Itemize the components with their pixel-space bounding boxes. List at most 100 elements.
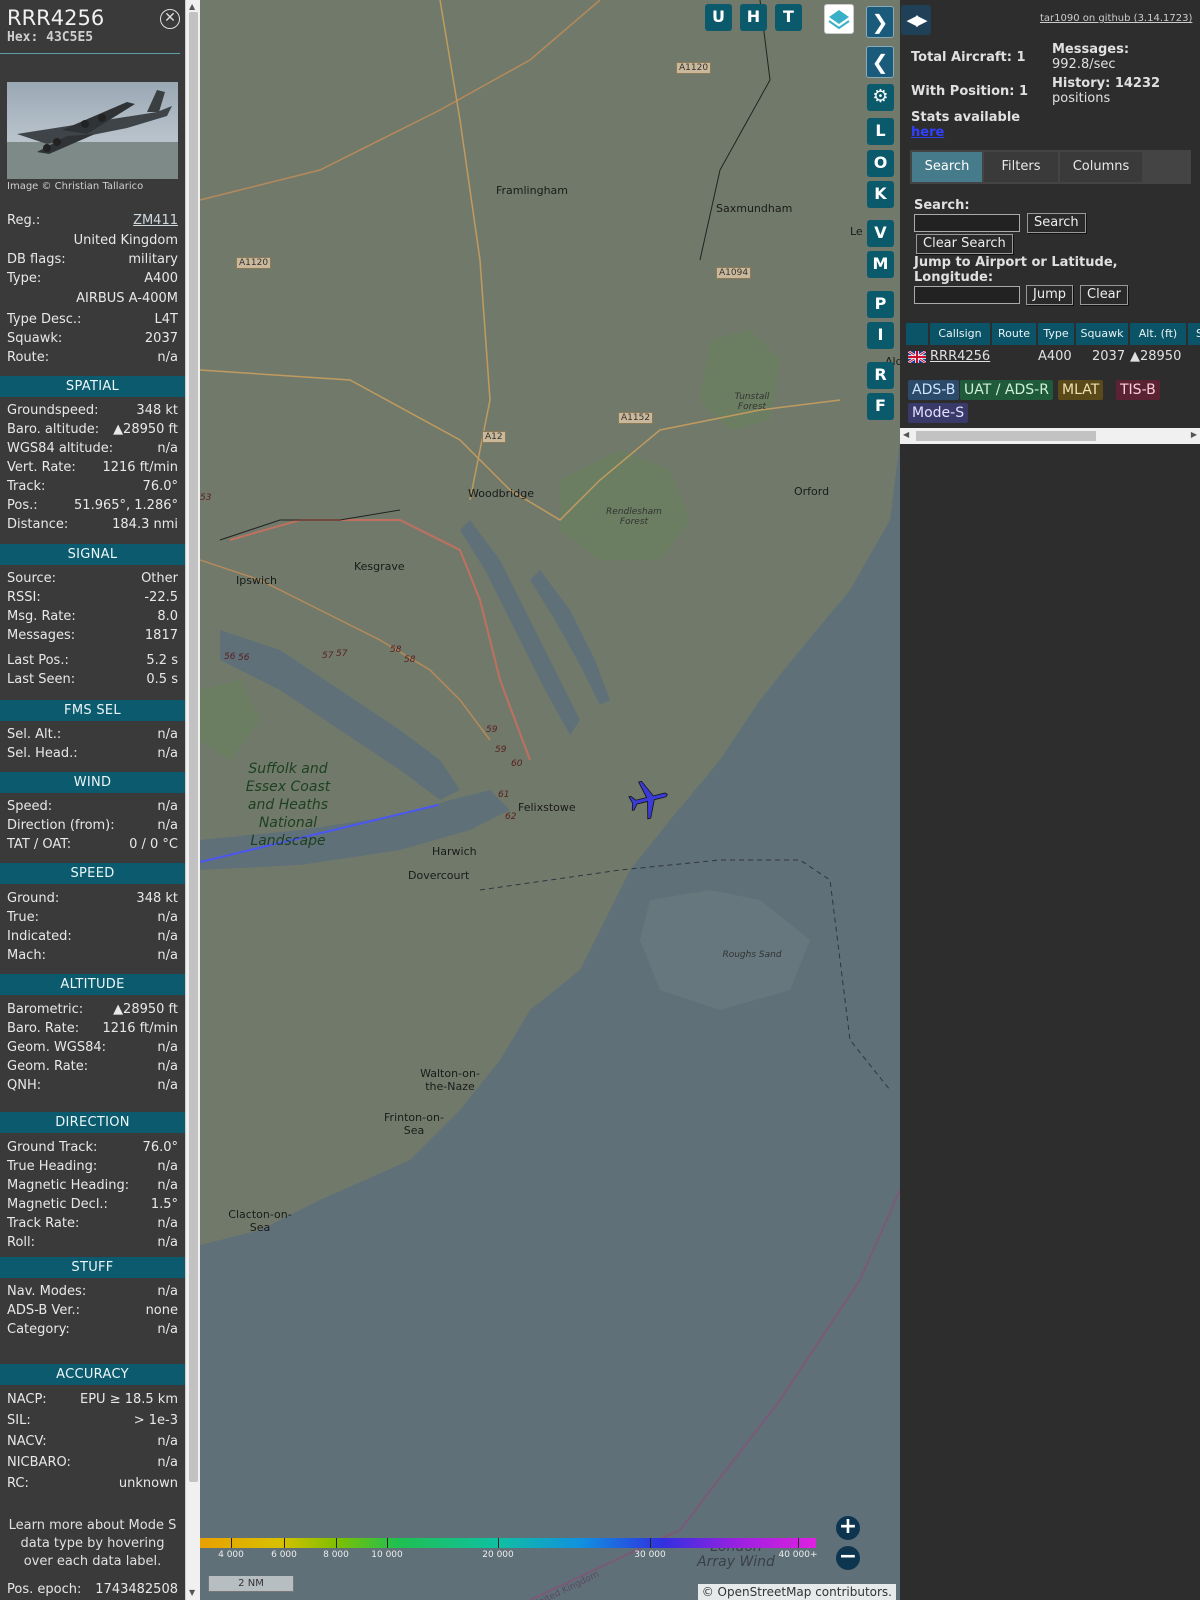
info-row-label[interactable]: Track Rate: xyxy=(7,1215,79,1233)
zoom-out-button[interactable]: − xyxy=(836,1546,860,1570)
settings-gear-icon[interactable]: ⚙ xyxy=(867,84,894,111)
info-row-label[interactable]: WGS84 altitude: xyxy=(7,440,113,458)
map-button-k[interactable]: K xyxy=(867,181,894,208)
map-button-p[interactable]: P xyxy=(867,291,894,318)
jump-input[interactable] xyxy=(914,286,1020,304)
table-header-type[interactable]: Type xyxy=(1038,323,1074,345)
info-row-label[interactable]: Source: xyxy=(7,570,56,588)
info-row-label[interactable]: NACP: xyxy=(7,1391,47,1409)
jump-button[interactable]: Jump xyxy=(1026,285,1073,305)
clear-jump-button[interactable]: Clear xyxy=(1080,285,1128,305)
info-row-label[interactable]: Track: xyxy=(7,478,45,496)
info-row-label[interactable]: Barometric: xyxy=(7,1001,83,1019)
info-row-label[interactable]: QNH: xyxy=(7,1077,41,1095)
info-row-label[interactable]: Mach: xyxy=(7,947,46,965)
info-row-label[interactable]: NACV: xyxy=(7,1433,47,1451)
map-button-l[interactable]: L xyxy=(867,118,894,145)
info-row-label[interactable]: Last Pos.: xyxy=(7,652,69,670)
table-cell-callsign[interactable]: RRR4256 xyxy=(930,347,990,367)
sidebar-toggle-icon[interactable]: ◀▶ xyxy=(901,5,931,35)
info-row-label[interactable]: Vert. Rate: xyxy=(7,459,76,477)
info-row-label[interactable]: SIL: xyxy=(7,1412,31,1430)
scrollbar-thumb[interactable] xyxy=(189,12,198,1482)
info-row-label[interactable]: Direction (from): xyxy=(7,817,115,835)
tab-search[interactable]: Search xyxy=(912,152,982,182)
info-row-label[interactable]: Sel. Alt.: xyxy=(7,726,61,744)
info-row-label[interactable]: Baro. altitude: xyxy=(7,421,99,439)
map-button-f[interactable]: F xyxy=(867,393,894,420)
info-row-label[interactable]: TAT / OAT: xyxy=(7,836,71,854)
map[interactable]: Framlingham Saxmundham Woodbridge Orford Kes… xyxy=(200,0,900,1600)
info-row-value[interactable]: ZM411 xyxy=(133,212,178,230)
uk-flag-icon xyxy=(907,347,928,367)
info-row-label[interactable]: NICBARO: xyxy=(7,1454,71,1472)
search-input[interactable] xyxy=(914,214,1020,232)
info-row-label[interactable]: True Heading: xyxy=(7,1158,97,1176)
stats-link[interactable]: here xyxy=(911,125,944,140)
info-row-label[interactable]: RC: xyxy=(7,1475,29,1493)
layers-icon[interactable] xyxy=(824,4,854,34)
map-button-u[interactable]: U xyxy=(705,4,732,31)
info-row-label[interactable]: Sel. Head.: xyxy=(7,745,78,763)
info-row-value: -22.5 xyxy=(144,590,178,605)
road-label: A1094 xyxy=(716,267,752,279)
info-row-label[interactable]: ADS-B Ver.: xyxy=(7,1302,80,1320)
table-header-route[interactable]: Route xyxy=(992,323,1036,345)
info-row: Groundspeed: 348 kt xyxy=(7,402,178,420)
table-header-speed[interactable]: Sp xyxy=(1188,323,1200,345)
info-row-label[interactable]: Magnetic Heading: xyxy=(7,1177,129,1195)
info-row-value: 1216 ft/min xyxy=(102,1021,178,1036)
table-header-callsign[interactable]: Callsign xyxy=(930,323,990,345)
next-arrow-icon[interactable]: ❯ xyxy=(866,6,894,38)
info-row-value: 348 kt xyxy=(136,891,178,906)
tab-filters[interactable]: Filters xyxy=(984,152,1058,182)
pos-epoch-label: Pos. epoch: xyxy=(7,1582,82,1597)
stats-label: Stats available xyxy=(911,110,1021,125)
map-button-r[interactable]: R xyxy=(867,362,894,389)
section-header: SPEED xyxy=(0,863,185,884)
info-row-label[interactable]: Geom. WGS84: xyxy=(7,1039,106,1057)
info-row-label[interactable]: Category: xyxy=(7,1321,70,1339)
map-button-m[interactable]: M xyxy=(867,251,894,278)
table-header-squawk[interactable]: Squawk xyxy=(1076,323,1128,345)
info-row-label[interactable]: RSSI: xyxy=(7,589,41,607)
info-row-label[interactable]: Last Seen: xyxy=(7,671,75,689)
info-row-label[interactable]: Nav. Modes: xyxy=(7,1283,86,1301)
map-attribution[interactable]: © OpenStreetMap contributors. xyxy=(697,1584,896,1600)
table-header-altitude[interactable]: Alt. (ft) xyxy=(1130,323,1186,345)
table-header-flag[interactable] xyxy=(906,323,928,345)
info-row-label[interactable]: Baro. Rate: xyxy=(7,1020,79,1038)
info-row-label[interactable]: True: xyxy=(7,909,39,927)
info-row-label[interactable]: Ground: xyxy=(7,890,59,908)
map-button-i[interactable]: I xyxy=(867,322,894,349)
previous-arrow-icon[interactable]: ❮ xyxy=(866,46,894,78)
map-button-h[interactable]: H xyxy=(740,4,767,31)
info-row-value: ▲28950 ft xyxy=(113,422,178,437)
map-button-o[interactable]: O xyxy=(867,150,894,177)
aircraft-photo[interactable] xyxy=(7,82,178,179)
info-row-label[interactable]: Ground Track: xyxy=(7,1139,97,1157)
zoom-in-button[interactable]: + xyxy=(836,1516,860,1540)
tab-columns[interactable]: Columns xyxy=(1060,152,1142,182)
aircraft-marker-icon[interactable] xyxy=(626,778,672,820)
info-row-label[interactable]: Groundspeed: xyxy=(7,402,98,420)
map-button-t[interactable]: T xyxy=(775,4,802,31)
info-panel-scrollbar[interactable]: ▲ ▼ xyxy=(185,0,200,1600)
info-row-label[interactable]: Distance: xyxy=(7,516,68,534)
info-row-label[interactable]: Indicated: xyxy=(7,928,72,946)
info-row-label[interactable]: Geom. Rate: xyxy=(7,1058,88,1076)
close-icon[interactable]: ✕ xyxy=(160,9,180,29)
info-row-label[interactable]: Magnetic Decl.: xyxy=(7,1196,108,1214)
horizontal-scrollbar-thumb[interactable] xyxy=(916,431,1096,441)
info-row-label[interactable]: Roll: xyxy=(7,1234,35,1252)
search-button[interactable]: Search xyxy=(1027,213,1086,233)
table-horizontal-scrollbar[interactable]: ◀ ▶ xyxy=(900,428,1200,444)
info-row-label[interactable]: Messages: xyxy=(7,627,75,645)
github-link[interactable]: tar1090 on github (3.14.1723) xyxy=(1040,13,1192,24)
info-row-label[interactable]: Speed: xyxy=(7,798,52,816)
clear-search-button[interactable]: Clear Search xyxy=(916,234,1013,254)
info-row-value: n/a xyxy=(157,1159,178,1174)
info-row-label[interactable]: Msg. Rate: xyxy=(7,608,76,626)
map-button-v[interactable]: V xyxy=(867,220,894,247)
info-row-label[interactable]: Pos.: xyxy=(7,497,38,515)
